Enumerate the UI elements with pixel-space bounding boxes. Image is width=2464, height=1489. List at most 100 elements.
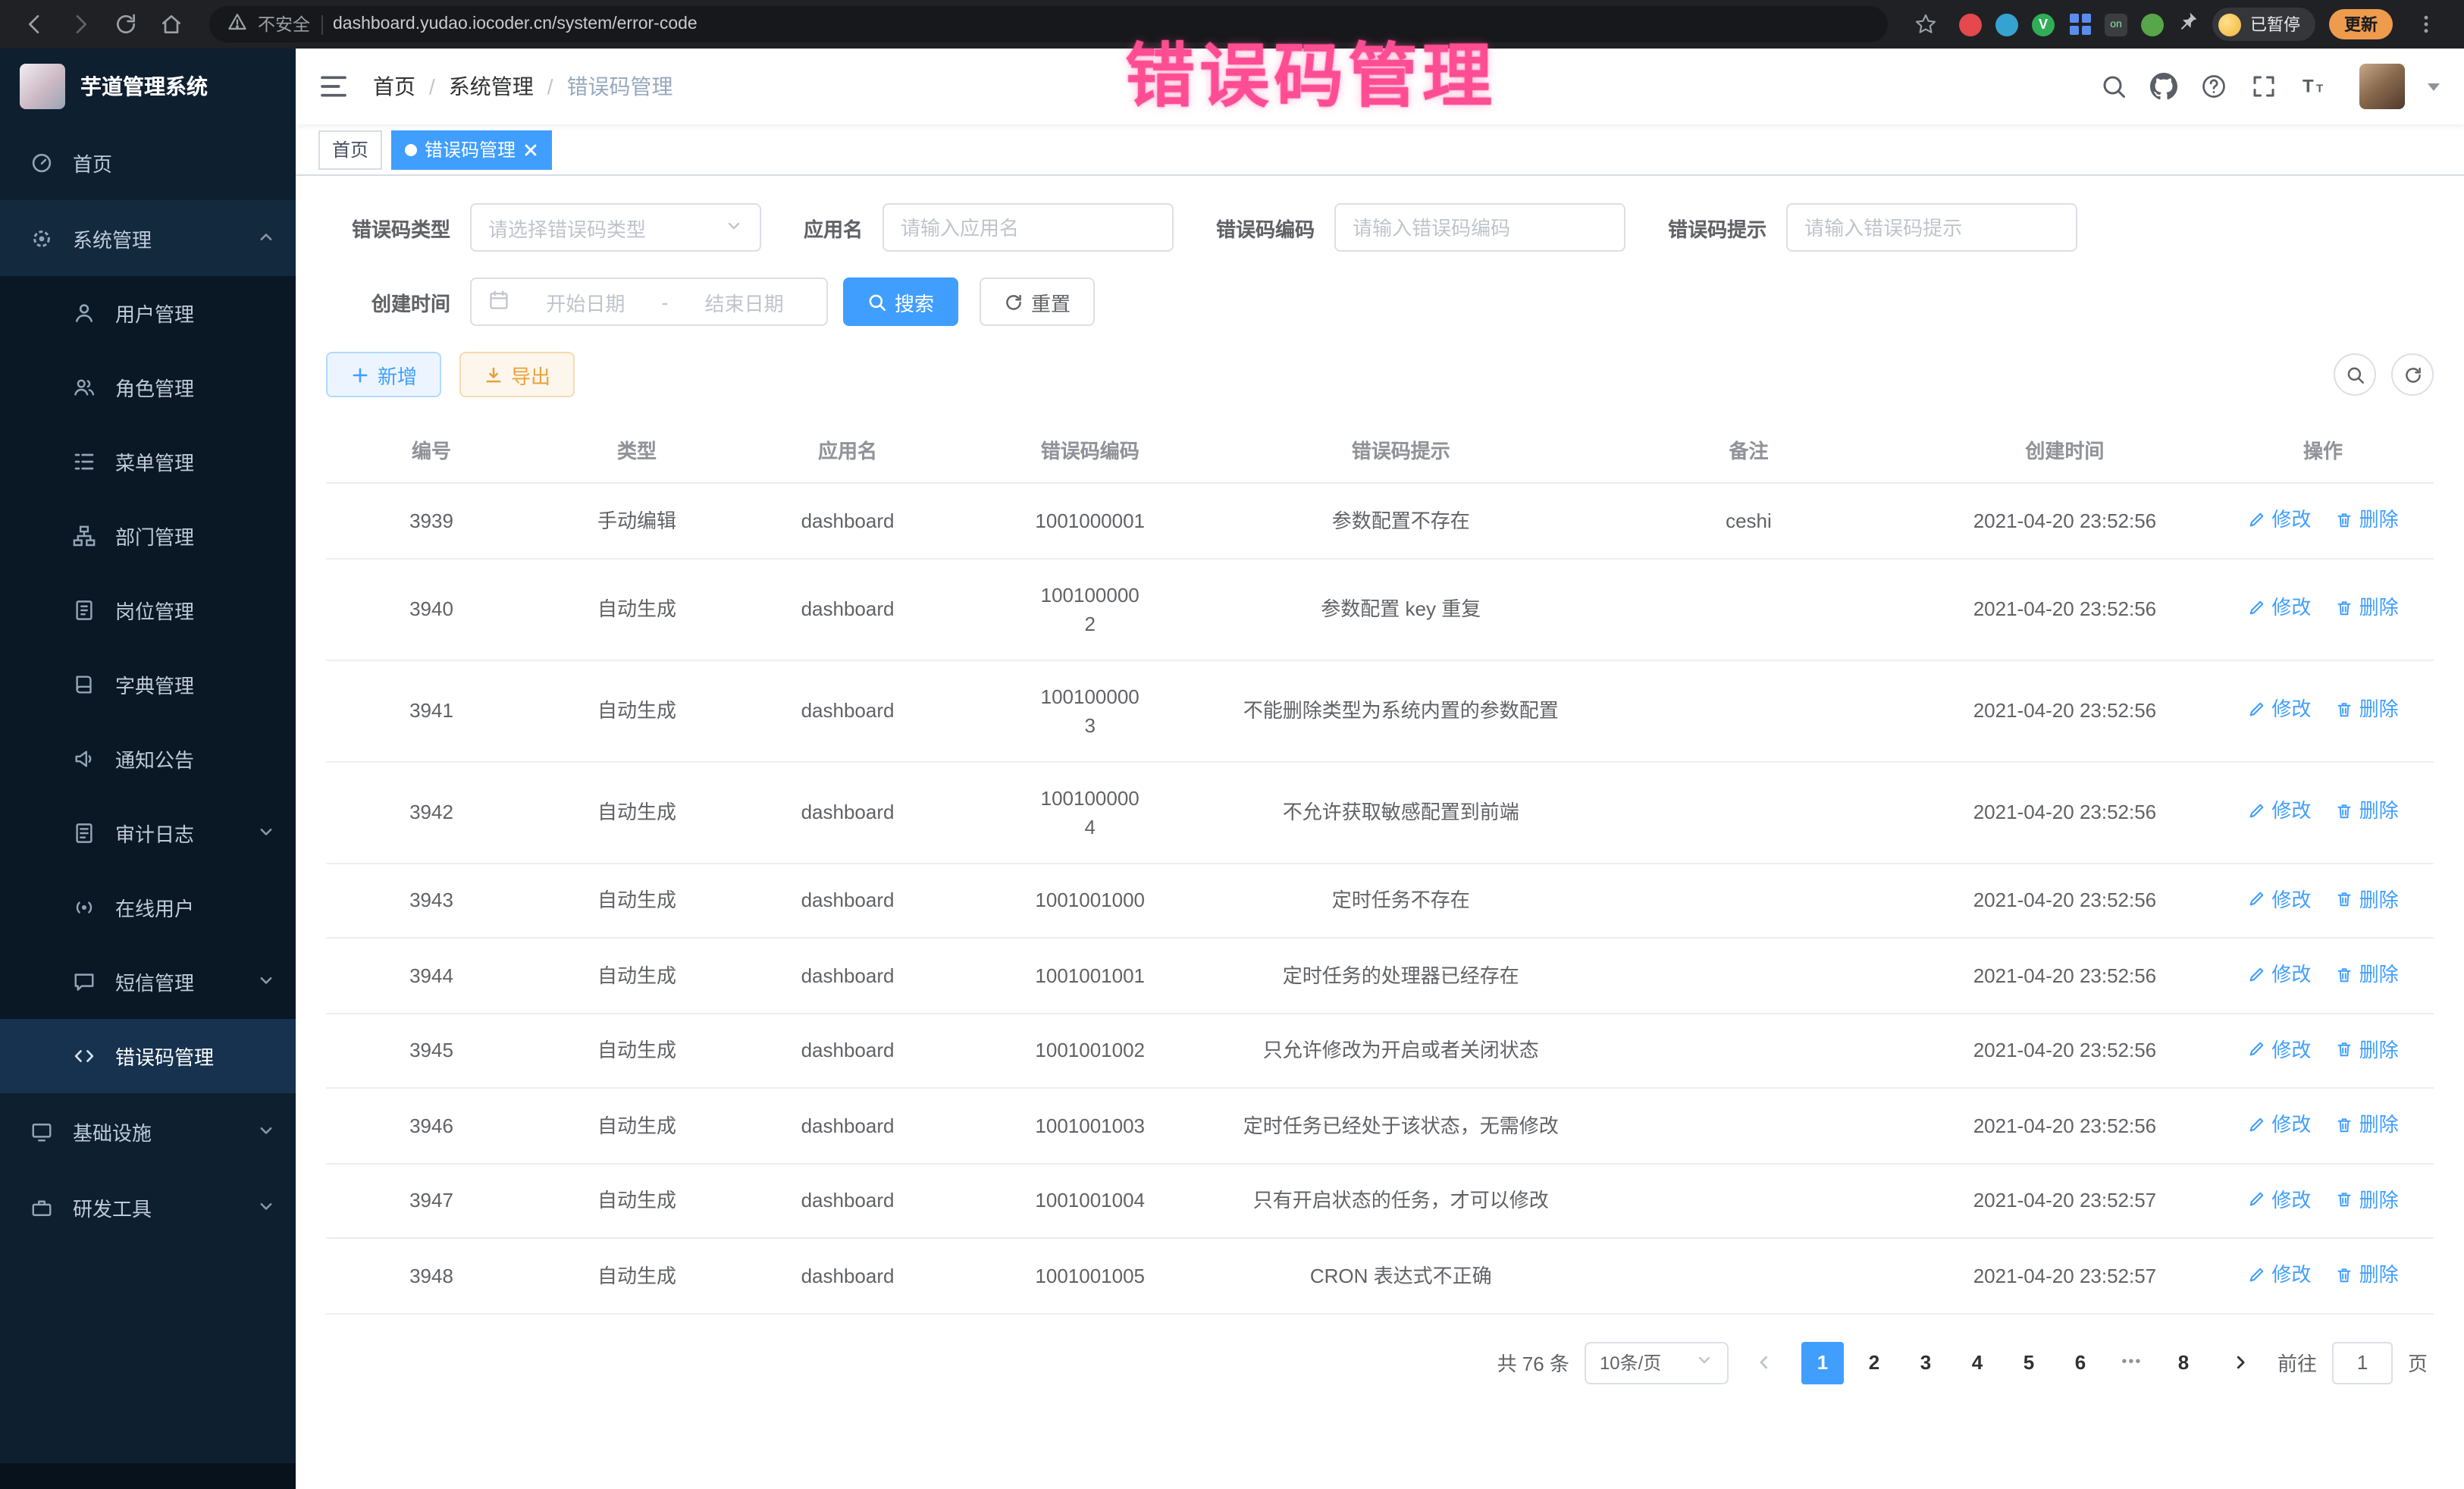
github-icon[interactable] xyxy=(2150,73,2177,100)
delete-link[interactable]: 删除 xyxy=(2335,797,2399,826)
reload-icon[interactable] xyxy=(106,5,146,44)
edit-link[interactable]: 修改 xyxy=(2247,1110,2311,1139)
delete-link-label: 删除 xyxy=(2359,1185,2399,1214)
page-button[interactable]: 4 xyxy=(1956,1341,1998,1384)
sidebar-item-audit-logs[interactable]: 审计日志 xyxy=(0,796,296,870)
extension-icon[interactable] xyxy=(2068,13,2091,36)
delete-link[interactable]: 删除 xyxy=(2335,1035,2399,1064)
edit-link[interactable]: 修改 xyxy=(2247,797,2311,826)
sidebar-item-notices[interactable]: 通知公告 xyxy=(0,722,296,796)
bookmark-star-icon[interactable] xyxy=(1906,5,1945,44)
extension-icon[interactable] xyxy=(1959,13,1982,36)
sidebar-item-roles[interactable]: 角色管理 xyxy=(0,350,296,425)
toggle-search-icon[interactable] xyxy=(2334,353,2376,396)
date-range-picker[interactable]: 开始日期 - 结束日期 xyxy=(470,277,828,326)
extension-icon[interactable]: on xyxy=(2105,13,2127,36)
tab-error-codes[interactable]: 错误码管理 xyxy=(391,130,552,169)
reset-button[interactable]: 重置 xyxy=(980,277,1095,326)
delete-link[interactable]: 删除 xyxy=(2335,1260,2399,1289)
sidebar-item-posts[interactable]: 岗位管理 xyxy=(0,573,296,647)
error-type-select[interactable]: 请选择错误码类型 xyxy=(470,203,761,252)
edit-link[interactable]: 修改 xyxy=(2247,594,2311,622)
browser-update-button[interactable]: 更新 xyxy=(2329,9,2393,39)
column-header: 错误码提示 xyxy=(1221,417,1580,483)
cell-message: CRON 表达式不正确 xyxy=(1221,1238,1580,1313)
breadcrumb-item[interactable]: 系统管理 xyxy=(449,71,534,102)
sidebar-item-infrastructure[interactable]: 基础设施 xyxy=(0,1093,296,1169)
sidebar-item-dictionary[interactable]: 字典管理 xyxy=(0,647,296,722)
sidebar-item-sms[interactable]: 短信管理 xyxy=(0,945,296,1019)
sidebar-collapse-bar[interactable] xyxy=(0,1463,296,1489)
error-msg-input[interactable] xyxy=(1804,216,2059,239)
avatar-caret-icon[interactable] xyxy=(2428,83,2440,90)
prev-page-icon[interactable] xyxy=(1744,1341,1786,1384)
page-button[interactable]: 5 xyxy=(2008,1341,2050,1384)
edit-link[interactable]: 修改 xyxy=(2247,960,2311,989)
table-row: 3941 自动生成 dashboard 100100000 3 不能删除类型为系… xyxy=(326,660,2434,761)
page-button[interactable]: 6 xyxy=(2059,1341,2102,1384)
back-icon[interactable] xyxy=(15,5,55,44)
help-icon[interactable] xyxy=(2200,73,2227,100)
filter-type-label: 错误码类型 xyxy=(326,213,450,242)
delete-link[interactable]: 删除 xyxy=(2335,1185,2399,1214)
next-page-icon[interactable] xyxy=(2220,1341,2262,1384)
close-icon[interactable] xyxy=(523,142,538,157)
sidebar-item-online-users[interactable]: 在线用户 xyxy=(0,870,296,945)
breadcrumb-item[interactable]: 首页 xyxy=(373,71,415,102)
delete-link[interactable]: 删除 xyxy=(2335,885,2399,914)
sidebar-item-system[interactable]: 系统管理 xyxy=(0,200,296,276)
forward-icon[interactable] xyxy=(61,5,100,44)
refresh-icon[interactable] xyxy=(2391,353,2434,396)
export-button[interactable]: 导出 xyxy=(459,352,575,397)
sidebar-item-home[interactable]: 首页 xyxy=(0,124,296,200)
extension-icon[interactable]: V xyxy=(2032,13,2055,36)
home-icon[interactable] xyxy=(152,5,191,44)
cell-app: dashboard xyxy=(737,863,958,938)
font-size-icon[interactable]: TT xyxy=(2300,73,2328,100)
goto-page-input[interactable] xyxy=(2332,1341,2393,1384)
delete-link[interactable]: 删除 xyxy=(2335,1110,2399,1139)
add-button[interactable]: 新增 xyxy=(326,352,441,397)
main-area: 首页 / 系统管理 / 错误码管理 xyxy=(296,49,2464,1489)
address-bar[interactable]: 不安全 dashboard.yudao.iocoder.cn/system/er… xyxy=(209,6,1888,42)
sidebar-item-devtools[interactable]: 研发工具 xyxy=(0,1169,296,1245)
edit-link[interactable]: 修改 xyxy=(2247,885,2311,914)
browser-profile-chip[interactable]: 已暂停 xyxy=(2212,8,2315,41)
edit-link-label: 修改 xyxy=(2271,1260,2311,1289)
edit-link[interactable]: 修改 xyxy=(2247,1260,2311,1289)
edit-link-label: 修改 xyxy=(2271,1110,2311,1139)
edit-link[interactable]: 修改 xyxy=(2247,1185,2311,1214)
delete-link[interactable]: 删除 xyxy=(2335,960,2399,989)
hamburger-icon[interactable] xyxy=(318,71,349,102)
page-size-select[interactable]: 10条/页 xyxy=(1585,1341,1729,1384)
page-button[interactable]: 2 xyxy=(1853,1341,1895,1384)
sidebar-item-menus[interactable]: 菜单管理 xyxy=(0,425,296,499)
user-avatar[interactable] xyxy=(2359,64,2405,109)
edit-link[interactable]: 修改 xyxy=(2247,505,2311,534)
search-button[interactable]: 搜索 xyxy=(843,277,958,326)
tab-home[interactable]: 首页 xyxy=(318,130,382,169)
chevron-down-icon xyxy=(258,822,274,845)
browser-menu-icon[interactable] xyxy=(2406,5,2446,44)
delete-link[interactable]: 删除 xyxy=(2335,505,2399,534)
sidebar-item-departments[interactable]: 部门管理 xyxy=(0,499,296,573)
edit-link[interactable]: 修改 xyxy=(2247,1035,2311,1064)
delete-link[interactable]: 删除 xyxy=(2335,695,2399,724)
page-button[interactable]: 1 xyxy=(1801,1341,1844,1384)
sidebar-item-users[interactable]: 用户管理 xyxy=(0,276,296,350)
sidebar-item-error-codes[interactable]: 错误码管理 xyxy=(0,1019,296,1093)
cell-remark xyxy=(1580,558,1917,660)
app-name-input[interactable] xyxy=(901,216,1155,239)
error-code-input[interactable] xyxy=(1353,216,1607,239)
extension-icon[interactable] xyxy=(1995,13,2018,36)
delete-link[interactable]: 删除 xyxy=(2335,594,2399,622)
fullscreen-icon[interactable] xyxy=(2250,73,2277,100)
app-logo[interactable]: 芋道管理系统 xyxy=(0,49,296,124)
extension-icon[interactable] xyxy=(2141,13,2164,36)
search-icon[interactable] xyxy=(2100,73,2127,100)
page-button[interactable]: 3 xyxy=(1904,1341,1947,1384)
pager-ellipsis[interactable]: ••• xyxy=(2111,1341,2153,1384)
edit-link[interactable]: 修改 xyxy=(2247,695,2311,724)
pinned-extension-icon[interactable] xyxy=(2177,10,2199,39)
page-button[interactable]: 8 xyxy=(2162,1341,2205,1384)
